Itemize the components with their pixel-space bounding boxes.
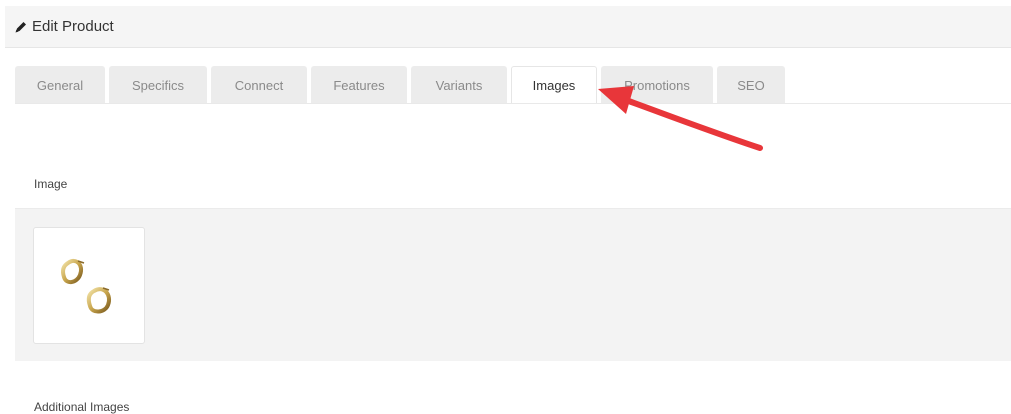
product-image-thumbnail[interactable]	[33, 227, 145, 344]
tab-features[interactable]: Features	[311, 66, 407, 104]
tab-variants[interactable]: Variants	[411, 66, 507, 104]
image-panel	[15, 208, 1011, 361]
tab-promotions[interactable]: Promotions	[601, 66, 713, 104]
image-section-label: Image	[34, 177, 68, 191]
tab-specifics[interactable]: Specifics	[109, 66, 207, 104]
page-title: Edit Product	[32, 18, 114, 35]
pencil-icon	[14, 20, 28, 34]
tab-images[interactable]: Images	[511, 66, 597, 104]
tab-seo[interactable]: SEO	[717, 66, 785, 104]
tab-bar: General Specifics Connect Features Varia…	[15, 66, 785, 104]
tab-general[interactable]: General	[15, 66, 105, 104]
tabs-divider	[15, 103, 1011, 104]
page-header: Edit Product	[5, 6, 1011, 48]
earrings-image	[61, 258, 111, 313]
additional-images-label: Additional Images	[34, 400, 130, 414]
tab-connect[interactable]: Connect	[211, 66, 307, 104]
